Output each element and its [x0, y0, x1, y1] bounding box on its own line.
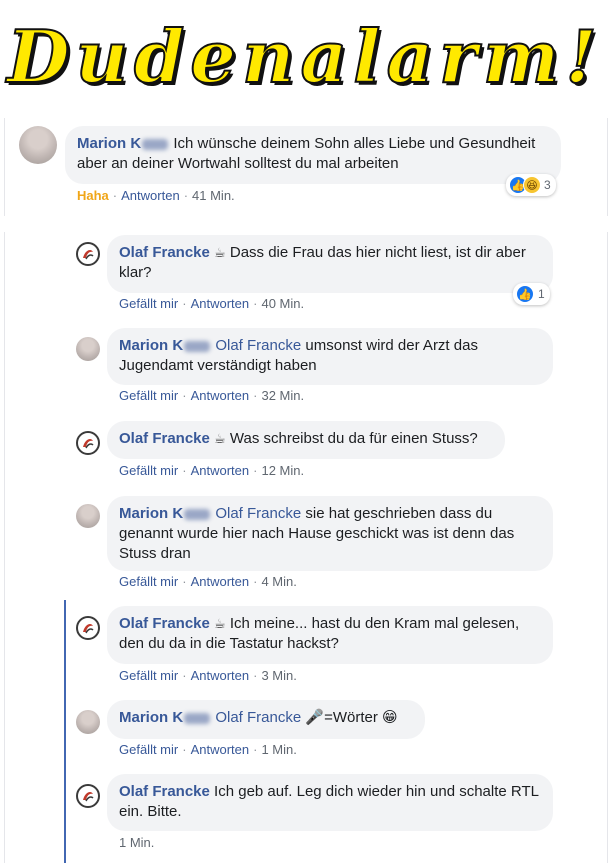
author-name[interactable]: Olaf Francke — [119, 615, 210, 632]
author-name[interactable]: Olaf Francke — [119, 430, 210, 447]
mention-link[interactable]: Olaf Francke — [215, 709, 301, 726]
comment-actions: 1 Min. — [119, 835, 154, 850]
avatar[interactable] — [76, 504, 100, 528]
comment-actions: Gefällt mir · Antworten · 3 Min. — [119, 668, 297, 683]
banner-title: Dudenalarm! — [6, 13, 603, 100]
like-link[interactable]: Gefällt mir — [119, 296, 178, 311]
banner: Dudenalarm! — [0, 0, 610, 112]
comment-actions: Gefällt mir · Antworten · 40 Min. — [119, 296, 305, 311]
comment-bubble: Olaf Francke ☕ Was schreibst du da für e… — [107, 421, 505, 459]
comment-bubble: Marion K Olaf Francke 🎤=Wörter 😁 — [107, 700, 425, 739]
comment-actions: Gefällt mir · Antworten · 12 Min. — [119, 463, 305, 478]
timestamp[interactable]: 3 Min. — [261, 668, 296, 683]
author-name[interactable]: Marion K — [119, 337, 211, 354]
author-name[interactable]: Olaf Francke — [119, 244, 210, 261]
reaction-summary[interactable]: 👍 1 — [513, 283, 550, 305]
author-name[interactable]: Marion K — [119, 709, 211, 726]
avatar[interactable] — [19, 126, 57, 164]
reaction-summary[interactable]: 👍 😆 3 — [506, 174, 556, 196]
comment-actions: Gefällt mir · Antworten · 1 Min. — [119, 742, 297, 757]
blurred-name — [184, 712, 211, 724]
like-icon: 👍 — [516, 285, 534, 303]
comment-text: =Wörter — [324, 709, 378, 726]
microphone-icon: 🎤 — [305, 709, 325, 726]
reply-link[interactable]: Antworten — [121, 188, 180, 203]
comment-bubble: Marion K Ich wünsche deinem Sohn alles L… — [65, 126, 561, 184]
timestamp[interactable]: 12 Min. — [261, 463, 304, 478]
grin-emoji-icon: 😁 — [382, 709, 398, 726]
coffee-icon: ☕ — [214, 431, 226, 446]
reply-link[interactable]: Antworten — [191, 388, 250, 403]
comment-bubble: Olaf Francke ☕ Dass die Frau das hier ni… — [107, 235, 553, 293]
thread-line — [64, 600, 66, 863]
mention-link[interactable]: Olaf Francke — [215, 505, 301, 522]
blurred-name — [184, 508, 211, 520]
mention-link[interactable]: Olaf Francke — [215, 337, 301, 354]
reply-link[interactable]: Antworten — [191, 742, 250, 757]
reply-link[interactable]: Antworten — [191, 668, 250, 683]
avatar[interactable] — [76, 784, 100, 808]
like-link[interactable]: Gefällt mir — [119, 463, 178, 478]
reaction-haha-link[interactable]: Haha — [77, 188, 109, 203]
avatar[interactable] — [76, 616, 100, 640]
timestamp[interactable]: 32 Min. — [261, 388, 304, 403]
reaction-count: 1 — [538, 287, 545, 301]
avatar[interactable] — [76, 337, 100, 361]
reply-link[interactable]: Antworten — [191, 296, 250, 311]
timestamp[interactable]: 1 Min. — [119, 835, 154, 850]
reaction-count: 3 — [544, 178, 551, 192]
reply-link[interactable]: Antworten — [191, 463, 250, 478]
author-name[interactable]: Olaf Francke — [119, 783, 210, 800]
coffee-icon: ☕ — [214, 616, 226, 631]
comment-text: Was schreibst du da für einen Stuss? — [229, 430, 478, 447]
like-link[interactable]: Gefällt mir — [119, 668, 178, 683]
comment-bubble: Marion K Olaf Francke sie hat geschriebe… — [107, 496, 553, 571]
comment-actions: Gefällt mir · Antworten · 32 Min. — [119, 388, 305, 403]
like-link[interactable]: Gefällt mir — [119, 388, 178, 403]
author-name[interactable]: Marion K — [77, 135, 169, 152]
coffee-icon: ☕ — [214, 245, 226, 260]
timestamp[interactable]: 4 Min. — [261, 574, 296, 589]
avatar[interactable] — [76, 710, 100, 734]
author-name[interactable]: Marion K — [119, 505, 211, 522]
like-link[interactable]: Gefällt mir — [119, 742, 178, 757]
comment-bubble: Marion K Olaf Francke umsonst wird der A… — [107, 328, 553, 385]
blurred-name — [142, 138, 169, 150]
avatar[interactable] — [76, 431, 100, 455]
timestamp[interactable]: 41 Min. — [192, 188, 235, 203]
comment-actions: Haha · Antworten · 41 Min. — [77, 188, 235, 203]
comment-bubble: Olaf Francke ☕ Ich meine... hast du den … — [107, 606, 553, 664]
like-link[interactable]: Gefällt mir — [119, 574, 178, 589]
reply-link[interactable]: Antworten — [191, 574, 250, 589]
comment-bubble: Olaf Francke Ich geb auf. Leg dich wiede… — [107, 774, 553, 831]
haha-icon: 😆 — [523, 176, 541, 194]
timestamp[interactable]: 1 Min. — [261, 742, 296, 757]
avatar[interactable] — [76, 242, 100, 266]
blurred-name — [184, 340, 211, 352]
comment-actions: Gefällt mir · Antworten · 4 Min. — [119, 574, 297, 589]
timestamp[interactable]: 40 Min. — [261, 296, 304, 311]
